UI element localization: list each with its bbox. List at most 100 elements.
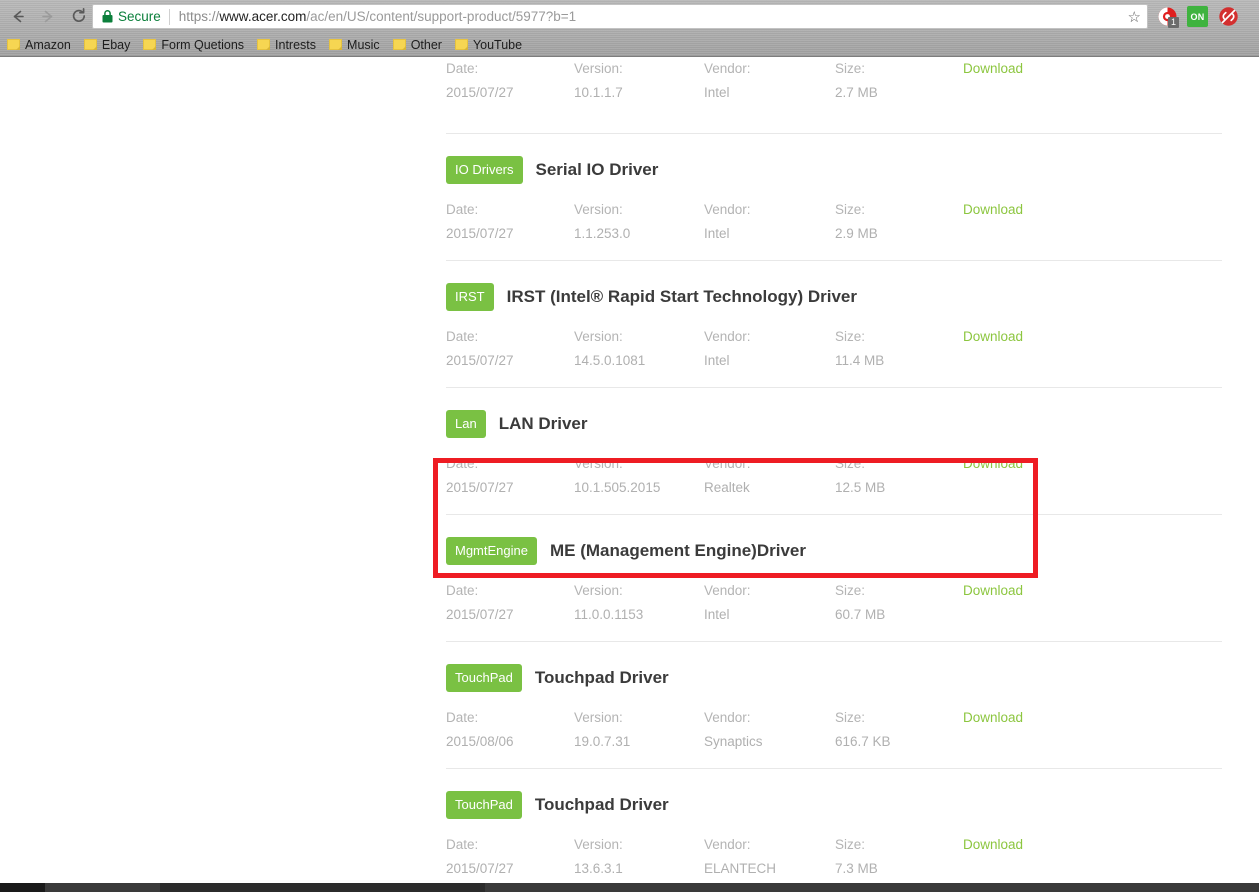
meta-date: Date: 2015/08/06	[446, 706, 514, 754]
meta-date: Date: 2015/07/27	[446, 57, 514, 105]
address-bar[interactable]: Secure https://www.acer.com/ac/en/US/con…	[92, 4, 1148, 29]
meta-vendor-label: Vendor:	[704, 329, 751, 344]
driver-meta: Date: 2015/07/27 Version: 10.1.1.7 Vendor: In…	[446, 57, 1222, 133]
meta-vendor-value: Intel	[704, 607, 730, 622]
meta-vendor: Vendor: Intel	[704, 579, 751, 627]
bookmark-item[interactable]: Other	[392, 37, 442, 52]
meta-version-label: Version:	[574, 710, 623, 725]
reload-button[interactable]	[64, 2, 93, 31]
meta-vendor-label: Vendor:	[704, 837, 751, 852]
meta-version-value: 14.5.0.1081	[574, 353, 646, 368]
bookmark-label: Ebay	[101, 37, 131, 52]
driver-row: MgmtEngine ME (Management Engine)Driver Da…	[446, 515, 1222, 641]
driver-header: TouchPad Touchpad Driver	[446, 769, 1222, 819]
meta-size: Size: 2.9 MB	[835, 198, 878, 246]
bookmark-item[interactable]: YouTube	[454, 38, 522, 52]
meta-version: Version: 14.5.0.1081	[574, 325, 645, 373]
url-path: /ac/en/US/content/support-product/5977?b…	[306, 9, 577, 24]
driver-header: TouchPad Touchpad Driver	[446, 642, 1222, 692]
meta-size: Size: 11.4 MB	[835, 325, 884, 373]
download-link[interactable]: Download	[963, 706, 1023, 730]
meta-date-label: Date:	[446, 710, 479, 725]
meta-date-label: Date:	[446, 202, 479, 217]
bookmark-item[interactable]: Ebay	[83, 37, 131, 52]
bookmark-item[interactable]: Amazon	[7, 38, 71, 52]
meta-date-value: 2015/07/27	[446, 226, 514, 241]
meta-version-label: Version:	[574, 329, 623, 344]
bookmark-label: Intrests	[275, 37, 317, 52]
extension-on-icon[interactable]: ON	[1187, 6, 1208, 27]
lastpass-icon[interactable]	[1218, 6, 1239, 27]
download-link[interactable]: Download	[963, 579, 1023, 603]
driver-category-tag: TouchPad	[446, 664, 522, 692]
meta-vendor: Vendor: ELANTECH	[704, 833, 776, 881]
browser-chrome: Secure https://www.acer.com/ac/en/US/con…	[0, 0, 1259, 57]
driver-title: Serial IO Driver	[535, 160, 659, 179]
meta-size-value: 60.7 MB	[835, 607, 886, 622]
omnibox-separator	[168, 8, 170, 25]
meta-version: Version: 10.1.1.7	[574, 57, 623, 105]
meta-version-label: Version:	[574, 61, 623, 76]
meta-vendor-label: Vendor:	[704, 61, 751, 76]
driver-category-tag: MgmtEngine	[446, 537, 537, 565]
driver-meta: Date: 2015/07/27 Version: 1.1.253.0 Vendor: I…	[446, 198, 1222, 260]
driver-category-tag: Lan	[446, 410, 486, 438]
download-link[interactable]: Download	[963, 833, 1023, 857]
meta-size: Size: 60.7 MB	[835, 579, 885, 627]
bookmark-label: Amazon	[25, 37, 71, 52]
meta-vendor-label: Vendor:	[704, 456, 751, 471]
meta-vendor-value: Realtek	[704, 480, 750, 495]
folder-icon	[83, 39, 97, 50]
driver-row: IRST IRST (Intel® Rapid Start Technology)…	[446, 261, 1222, 387]
meta-version-value: 13.6.3.1	[574, 861, 623, 876]
url-text[interactable]: https://www.acer.com/ac/en/US/content/su…	[179, 9, 1122, 24]
driver-title: Touchpad Driver	[534, 668, 669, 687]
meta-vendor: Vendor: Intel	[704, 198, 751, 246]
meta-date: Date: 2015/07/27	[446, 325, 514, 373]
horizontal-scrollbar[interactable]	[0, 883, 1259, 892]
meta-vendor-value: Intel	[704, 353, 730, 368]
download-link[interactable]: Download	[963, 452, 1023, 476]
meta-size-value: 12.5 MB	[835, 480, 886, 495]
meta-vendor: Vendor: Intel	[704, 57, 751, 105]
back-button[interactable]	[4, 2, 33, 31]
driver-title: Touchpad Driver	[534, 795, 669, 814]
forward-button[interactable]	[33, 2, 62, 31]
driver-row: Date: 2015/07/27 Version: 10.1.1.7 Vendor: In…	[446, 57, 1222, 133]
meta-version-value: 10.1.1.7	[574, 85, 623, 100]
meta-size-value: 11.4 MB	[835, 353, 885, 368]
meta-date: Date: 2015/07/27	[446, 833, 514, 881]
download-link[interactable]: Download	[963, 325, 1023, 349]
meta-version: Version: 13.6.3.1	[574, 833, 623, 881]
meta-date-value: 2015/07/27	[446, 85, 514, 100]
meta-date: Date: 2015/07/27	[446, 198, 514, 246]
driver-category-tag: TouchPad	[446, 791, 522, 819]
meta-date-value: 2015/07/27	[446, 607, 514, 622]
meta-version-value: 19.0.7.31	[574, 734, 631, 749]
meta-vendor: Vendor: Realtek	[704, 452, 751, 500]
scrollbar-thumb-secondary[interactable]	[160, 883, 485, 892]
bookmark-item[interactable]: Music	[329, 38, 380, 52]
meta-size-label: Size:	[835, 456, 866, 471]
driver-row: IO Drivers Serial IO Driver Date: 2015/07/2…	[446, 134, 1222, 260]
meta-vendor-value: Intel	[704, 226, 730, 241]
page-content: Date: 2015/07/27 Version: 10.1.1.7 Vendor: In…	[0, 57, 1259, 883]
meta-version-label: Version:	[574, 837, 623, 852]
driver-meta: Date: 2015/07/27 Version: 10.1.505.2015 Vend…	[446, 452, 1222, 514]
bookmark-star-icon[interactable]: ☆	[1122, 8, 1141, 26]
url-scheme: https://	[178, 9, 220, 24]
bookmark-label: Other	[410, 37, 442, 52]
bookmark-item[interactable]: Intrests	[257, 38, 316, 52]
folder-icon	[143, 39, 157, 50]
driver-meta: Date: 2015/08/06 Version: 19.0.7.31 Vendor: S…	[446, 706, 1222, 768]
meta-date-label: Date:	[446, 837, 479, 852]
driver-title: IRST (Intel® Rapid Start Technology) Dri…	[506, 287, 857, 306]
meta-vendor-value: Intel	[704, 85, 730, 100]
download-link[interactable]: Download	[963, 57, 1023, 81]
download-link[interactable]: Download	[963, 198, 1023, 222]
meta-version-label: Version:	[574, 202, 623, 217]
bookmark-item[interactable]: Form Quetions	[143, 38, 244, 52]
scrollbar-thumb[interactable]	[0, 883, 45, 892]
meta-size-label: Size:	[835, 837, 866, 852]
driver-meta: Date: 2015/07/27 Version: 11.0.0.1153 Vendor…	[446, 579, 1222, 641]
